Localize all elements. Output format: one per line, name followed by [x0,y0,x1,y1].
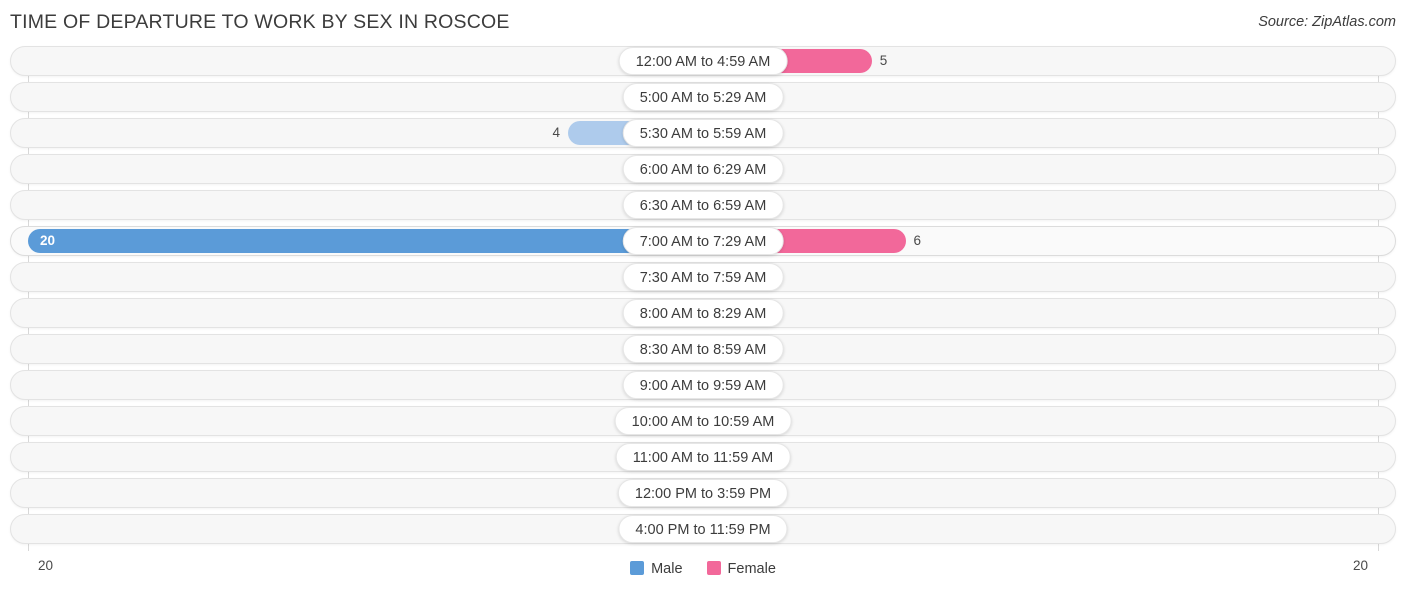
table-row[interactable]: 20 6 7:00 AM to 7:29 AM [0,226,1406,256]
source-attribution: Source: ZipAtlas.com [1258,14,1396,30]
category-label: 6:30 AM to 6:59 AM [622,191,784,219]
category-label: 5:00 AM to 5:29 AM [622,83,784,111]
table-row[interactable]: 008:30 AM to 8:59 AM [0,334,1406,364]
table-row[interactable]: 0011:00 AM to 11:59 AM [0,442,1406,472]
category-label: 7:30 AM to 7:59 AM [622,263,784,291]
legend-label: Female [727,560,776,577]
table-row[interactable]: 007:30 AM to 7:59 AM [0,262,1406,292]
category-label: 8:00 AM to 8:29 AM [622,299,784,327]
table-row[interactable]: 009:00 AM to 9:59 AM [0,370,1406,400]
category-label: 8:30 AM to 8:59 AM [622,335,784,363]
table-row[interactable]: 0012:00 PM to 3:59 PM [0,478,1406,508]
category-label: 12:00 AM to 4:59 AM [618,47,788,75]
legend-swatch-icon [630,561,645,575]
table-row[interactable]: 405:30 AM to 5:59 AM [0,118,1406,148]
female-value-label: 5 [879,53,888,68]
category-label: 10:00 AM to 10:59 AM [614,407,792,435]
chart-header: TIME OF DEPARTURE TO WORK BY SEX IN ROSC… [0,0,1406,46]
category-label: 5:30 AM to 5:59 AM [622,119,784,147]
table-row[interactable]: 005:00 AM to 5:29 AM [0,82,1406,112]
category-label: 9:00 AM to 9:59 AM [622,371,784,399]
table-row[interactable]: 0010:00 AM to 10:59 AM [0,406,1406,436]
male-value-label: 4 [552,125,560,140]
table-row[interactable]: 0512:00 AM to 4:59 AM [0,46,1406,76]
category-label: 12:00 PM to 3:59 PM [617,479,789,507]
category-label: 11:00 AM to 11:59 AM [615,443,791,471]
table-row[interactable]: 006:00 AM to 6:29 AM [0,154,1406,184]
category-label: 6:00 AM to 6:29 AM [622,155,784,183]
chart-plot-area: 0512:00 AM to 4:59 AM005:00 AM to 5:29 A… [0,46,1406,555]
male-bar[interactable] [28,229,703,253]
category-label: 4:00 PM to 11:59 PM [618,515,788,543]
bar-rows: 0512:00 AM to 4:59 AM005:00 AM to 5:29 A… [0,46,1406,550]
table-row[interactable]: 006:30 AM to 6:59 AM [0,190,1406,220]
legend-label: Male [651,560,683,577]
table-row[interactable]: 008:00 AM to 8:29 AM [0,298,1406,328]
legend-item-male[interactable]: Male [630,560,683,578]
table-row[interactable]: 004:00 PM to 11:59 PM [0,514,1406,544]
legend-swatch-icon [706,561,721,575]
category-label: 7:00 AM to 7:29 AM [622,227,784,255]
male-value-label: 20 [40,233,56,248]
legend-item-female[interactable]: Female [706,560,776,578]
page-title: TIME OF DEPARTURE TO WORK BY SEX IN ROSC… [10,11,510,33]
chart-legend: Male Female [0,560,1406,582]
female-value-label: 6 [913,233,922,248]
